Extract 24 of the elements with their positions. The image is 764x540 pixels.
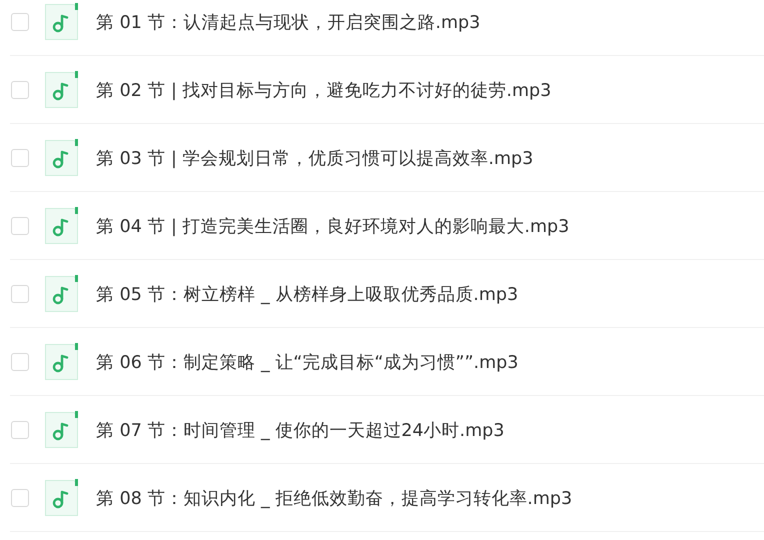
checkbox[interactable] — [11, 284, 29, 302]
checkbox[interactable] — [11, 80, 29, 98]
music-file-icon — [44, 138, 79, 176]
file-name[interactable]: 第 03 节 | 学会规划日常，优质习惯可以提高效率.mp3 — [96, 146, 534, 170]
music-file-icon — [44, 410, 79, 448]
music-file-icon — [44, 70, 79, 108]
music-file-icon — [44, 342, 79, 380]
file-name[interactable]: 第 04 节 | 打造完美生活圈，良好环境对人的影响最大.mp3 — [96, 214, 570, 238]
file-name[interactable]: 第 07 节：时间管理 _ 使你的一天超过24小时.mp3 — [96, 418, 504, 442]
file-name[interactable]: 第 01 节：认清起点与现状，开启突围之路.mp3 — [96, 10, 480, 34]
file-name[interactable]: 第 05 节：树立榜样 _ 从榜样身上吸取优秀品质.mp3 — [96, 282, 518, 306]
checkbox[interactable] — [11, 216, 29, 234]
music-file-icon — [44, 2, 79, 40]
music-file-icon — [44, 274, 79, 312]
file-name[interactable]: 第 08 节：知识内化 _ 拒绝低效勤奋，提高学习转化率.mp3 — [96, 486, 572, 510]
file-name[interactable]: 第 06 节：制定策略 _ 让“完成目标“成为习惯””.mp3 — [96, 350, 518, 374]
checkbox[interactable] — [11, 12, 29, 30]
checkbox[interactable] — [11, 352, 29, 370]
checkbox[interactable] — [11, 420, 29, 438]
checkbox[interactable] — [11, 148, 29, 166]
checkbox[interactable] — [11, 488, 29, 506]
music-file-icon — [44, 478, 79, 516]
music-file-icon — [44, 206, 79, 244]
file-name[interactable]: 第 02 节 | 找对目标与方向，避免吃力不讨好的徒劳.mp3 — [96, 78, 552, 102]
